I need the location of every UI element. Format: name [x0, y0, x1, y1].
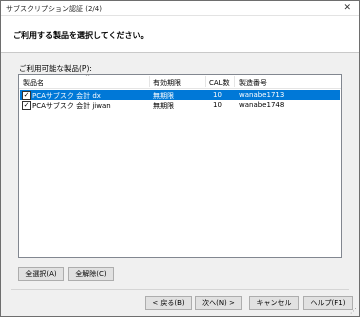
product-list[interactable]: ^ 製品名 有効期限 CAL数 製造番号 ✓ PCAサブスク 会計 dx 無期限… — [18, 74, 342, 258]
next-button[interactable]: 次へ(N) > — [195, 296, 242, 310]
cal-value: 10 — [213, 101, 222, 109]
column-header-serial[interactable]: 製造番号 — [239, 78, 267, 88]
dialog-window: サブスクリプション認証 (2/4) ✕ ご利用する製品を選択してください。 ご利… — [0, 0, 360, 317]
column-header-expiry[interactable]: 有効期限 — [153, 78, 181, 88]
column-divider[interactable] — [234, 76, 235, 87]
sort-arrow-icon: ^ — [85, 74, 91, 81]
row-checkbox[interactable]: ✓ — [22, 101, 31, 110]
product-list-label: ご利用可能な製品(P): — [19, 64, 92, 73]
serial-value: wanabe1748 — [239, 101, 285, 109]
row-checkbox[interactable]: ✓ — [22, 91, 31, 100]
window-title: サブスクリプション認証 (2/4) — [6, 5, 102, 13]
back-button[interactable]: < 戻る(B) — [145, 296, 192, 310]
expiry-value: 無期限 — [153, 102, 174, 110]
list-column-header: ^ 製品名 有効期限 CAL数 製造番号 — [19, 74, 341, 89]
close-icon[interactable]: ✕ — [343, 3, 351, 13]
resize-grip-icon[interactable]: ⋰ — [350, 307, 357, 315]
product-name: PCAサブスク 会計 jiwan — [32, 102, 111, 110]
header-instruction: ご利用する製品を選択してください。 — [13, 31, 149, 40]
list-item[interactable]: ✓ PCAサブスク 会計 dx 無期限 10 wanabe1713 — [20, 90, 340, 100]
clear-all-button[interactable]: 全解除(C) — [68, 267, 114, 281]
footer-separator — [11, 289, 349, 290]
column-divider[interactable] — [205, 76, 206, 87]
cal-value: 10 — [213, 91, 222, 99]
title-bar: サブスクリプション認証 (2/4) ✕ — [1, 1, 359, 16]
wizard-header: ご利用する製品を選択してください。 — [1, 16, 359, 53]
serial-value: wanabe1713 — [239, 91, 285, 99]
list-item[interactable]: ✓ PCAサブスク 会計 jiwan 無期限 10 wanabe1748 — [20, 100, 340, 110]
select-all-button[interactable]: 全選択(A) — [18, 267, 64, 281]
help-button[interactable]: ヘルプ(F1) — [303, 296, 353, 310]
column-divider[interactable] — [149, 76, 150, 87]
cancel-button[interactable]: キャンセル — [249, 296, 299, 310]
column-header-product[interactable]: 製品名 — [23, 78, 44, 88]
column-header-cal[interactable]: CAL数 — [209, 78, 230, 88]
